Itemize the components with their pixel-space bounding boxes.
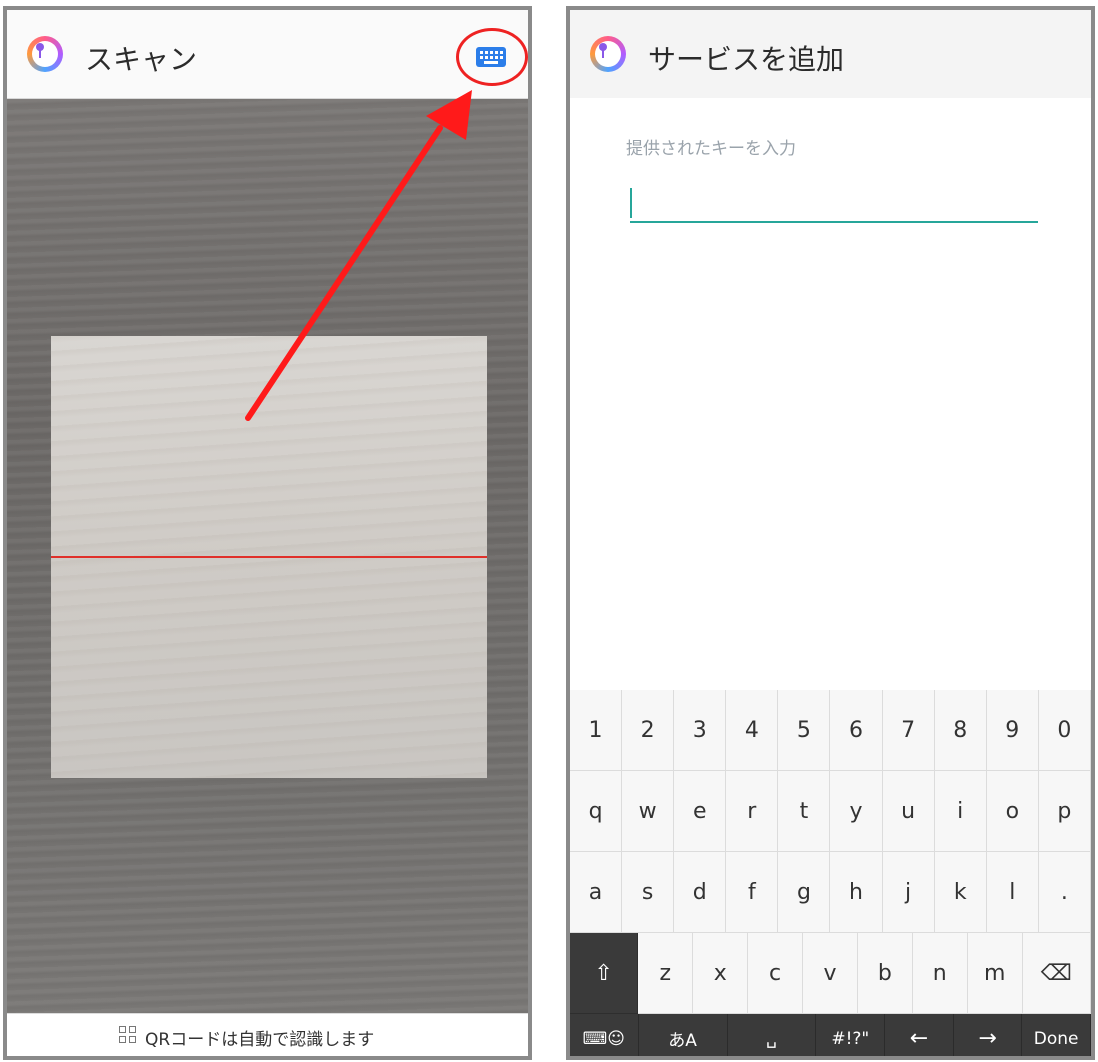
key[interactable]: b — [857, 933, 913, 1014]
key[interactable]: y — [830, 771, 883, 852]
keyboard-row-1: q w e r t y u i o p — [570, 771, 1091, 852]
annotation-circle — [456, 28, 528, 86]
key-field-label: 提供されたキーを入力 — [626, 139, 796, 159]
key[interactable]: o — [986, 771, 1039, 852]
text-caret — [630, 188, 632, 218]
page-title: スキャン — [85, 43, 198, 76]
soft-keyboard: 1 2 3 4 5 6 7 8 9 0 q w e r t y u i o p … — [570, 690, 1091, 1056]
add-service-screen: サービスを追加 提供されたキーを入力 1 2 3 4 5 6 7 8 9 0 q… — [566, 6, 1095, 1060]
app-bar: スキャン — [7, 10, 528, 99]
app-logo-icon — [590, 36, 626, 72]
key[interactable]: r — [726, 771, 779, 852]
key[interactable]: 9 — [986, 690, 1039, 771]
scan-screen: スキャン QRコードは自動で認識します — [3, 6, 532, 1060]
key[interactable]: h — [830, 852, 883, 933]
key[interactable]: d — [674, 852, 727, 933]
key[interactable]: c — [748, 933, 804, 1014]
key[interactable]: e — [674, 771, 727, 852]
key[interactable]: p — [1038, 771, 1091, 852]
key[interactable]: f — [726, 852, 779, 933]
camera-preview — [7, 99, 528, 1014]
key[interactable]: 6 — [830, 690, 883, 771]
key[interactable]: 3 — [674, 690, 727, 771]
scan-hint-bar: QRコードは自動で認識します — [7, 1013, 528, 1056]
key[interactable]: i — [934, 771, 987, 852]
key[interactable]: 0 — [1038, 690, 1091, 771]
done-key[interactable]: Done — [1022, 1014, 1091, 1056]
key[interactable]: 5 — [778, 690, 831, 771]
key[interactable]: n — [912, 933, 968, 1014]
scan-window — [51, 336, 487, 778]
key[interactable]: 1 — [570, 690, 623, 771]
app-logo-icon — [27, 36, 63, 72]
key[interactable]: k — [934, 852, 987, 933]
key[interactable]: x — [693, 933, 749, 1014]
keyboard-row-3: ⇧ z x c v b n m ⌫ — [570, 933, 1091, 1014]
shift-key[interactable]: ⇧ — [570, 933, 639, 1014]
key[interactable]: q — [570, 771, 623, 852]
key[interactable]: j — [882, 852, 935, 933]
emoji-keyboard-key[interactable]: ⌨☺ — [570, 1014, 639, 1056]
app-bar: サービスを追加 — [570, 10, 1091, 98]
keyboard-row-numbers: 1 2 3 4 5 6 7 8 9 0 — [570, 690, 1091, 771]
cursor-right-key[interactable]: → — [953, 1014, 1023, 1056]
page-title: サービスを追加 — [648, 43, 845, 76]
key[interactable]: 2 — [622, 690, 675, 771]
cursor-left-key[interactable]: ← — [885, 1014, 954, 1056]
keyboard-row-bottom: ⌨☺ あA ␣ #!?" ← → Done — [570, 1014, 1091, 1056]
key[interactable]: 7 — [882, 690, 935, 771]
key[interactable]: u — [882, 771, 935, 852]
input-mode-key[interactable]: あA — [638, 1014, 728, 1056]
qr-code-icon — [119, 1026, 137, 1044]
scan-hint-text: QRコードは自動で認識します — [145, 1030, 375, 1050]
key[interactable]: v — [803, 933, 858, 1014]
key[interactable]: m — [967, 933, 1023, 1014]
symbols-key[interactable]: #!?" — [816, 1014, 886, 1056]
key[interactable]: l — [986, 852, 1039, 933]
key[interactable]: z — [638, 933, 694, 1014]
key[interactable]: t — [778, 771, 831, 852]
backspace-key[interactable]: ⌫ — [1022, 933, 1091, 1014]
key[interactable]: w — [622, 771, 675, 852]
key-input[interactable] — [630, 185, 1038, 223]
key[interactable]: 4 — [726, 690, 779, 771]
key[interactable]: a — [570, 852, 623, 933]
key[interactable]: s — [622, 852, 675, 933]
space-key[interactable]: ␣ — [727, 1014, 817, 1056]
key[interactable]: . — [1038, 852, 1091, 933]
scan-line — [51, 556, 487, 558]
key[interactable]: 8 — [934, 690, 987, 771]
key[interactable]: g — [778, 852, 831, 933]
keyboard-row-2: a s d f g h j k l . — [570, 852, 1091, 933]
